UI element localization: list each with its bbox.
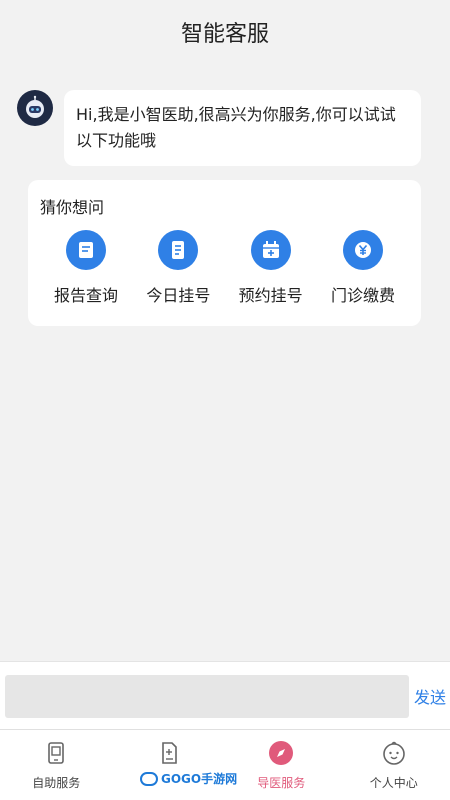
watermark-text: GOGO手游网 bbox=[161, 772, 238, 786]
suggestion-outpatient-payment[interactable]: 门诊缴费 bbox=[319, 230, 407, 306]
yen-coin-icon bbox=[342, 230, 383, 270]
tab-self-service[interactable]: 自助服务 bbox=[0, 730, 113, 800]
suggestion-card: 猜你想问 报告查询 今日挂号 预约挂号 门诊缴费 bbox=[28, 180, 421, 326]
bot-message-bubble: Hi,我是小智医助,很高兴为你服务,你可以试试以下功能哦 bbox=[64, 90, 421, 166]
bottom-tab-bar: 自助服务 导医服务 个人中心 bbox=[0, 729, 450, 800]
compass-icon bbox=[268, 740, 294, 766]
tab-label: 自助服务 bbox=[32, 776, 81, 790]
baby-face-icon bbox=[381, 740, 407, 766]
message-input[interactable] bbox=[5, 675, 409, 718]
send-button[interactable]: 发送 bbox=[414, 684, 446, 708]
tab-guide-service[interactable]: 导医服务 bbox=[225, 730, 338, 800]
suggestion-title: 猜你想问 bbox=[40, 198, 105, 217]
bot-avatar bbox=[17, 90, 53, 126]
report-doc-icon bbox=[66, 230, 106, 270]
tab-registration[interactable] bbox=[113, 730, 226, 800]
tab-label: 导医服务 bbox=[257, 776, 306, 790]
suggestion-label: 预约挂号 bbox=[238, 286, 303, 305]
watermark-logo-icon bbox=[140, 771, 158, 786]
suggestion-label: 今日挂号 bbox=[146, 286, 211, 305]
page-header: 智能客服 bbox=[0, 0, 450, 64]
suggestion-today-registration[interactable]: 今日挂号 bbox=[134, 230, 222, 306]
suggestion-label: 门诊缴费 bbox=[330, 286, 395, 305]
document-plus-icon bbox=[156, 740, 182, 766]
suggestion-label: 报告查询 bbox=[53, 286, 118, 305]
tab-label: 个人中心 bbox=[369, 776, 418, 790]
suggestion-report-query[interactable]: 报告查询 bbox=[42, 230, 130, 306]
robot-icon bbox=[26, 95, 44, 118]
phone-device-icon bbox=[43, 740, 69, 766]
list-doc-icon bbox=[158, 230, 199, 270]
tab-personal-center[interactable]: 个人中心 bbox=[338, 730, 450, 800]
message-input-bar: 发送 bbox=[0, 661, 450, 729]
suggestion-row: 报告查询 今日挂号 预约挂号 门诊缴费 bbox=[40, 230, 409, 306]
chat-area: Hi,我是小智医助,很高兴为你服务,你可以试试以下功能哦 猜你想问 报告查询 今… bbox=[0, 64, 450, 661]
bot-message-text: Hi,我是小智医助,很高兴为你服务,你可以试试以下功能哦 bbox=[76, 105, 396, 150]
suggestion-appointment[interactable]: 预约挂号 bbox=[227, 230, 315, 306]
page-title: 智能客服 bbox=[180, 22, 269, 47]
watermark: GOGO手游网 bbox=[140, 770, 237, 787]
calendar-plus-icon bbox=[250, 230, 291, 270]
